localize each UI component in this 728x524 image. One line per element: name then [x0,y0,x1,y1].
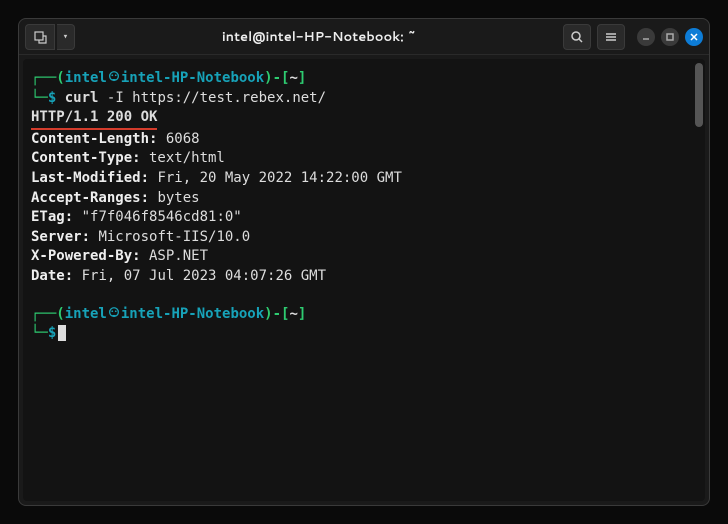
search-button[interactable] [563,24,591,50]
header-line: Content-Type: text/html [31,149,697,169]
prompt-user: intel [65,306,107,322]
http-status-line: HTTP/1.1 200 OK [31,108,697,130]
scrollbar[interactable] [695,63,703,127]
skull-icon [107,306,121,320]
prompt-line: ┌──(intelintel-HP-Notebook)-[~] [31,305,697,325]
chevron-down-icon: ▾ [63,32,68,42]
prompt-host: intel-HP-Notebook [121,70,264,86]
header-line: Server: Microsoft-IIS/10.0 [31,228,697,248]
maximize-button[interactable] [661,28,679,46]
window-controls [637,28,703,46]
prompt-cwd: ~ [289,306,297,322]
hamburger-icon [604,30,618,44]
maximize-icon [665,32,675,42]
header-line: Content-Length: 6068 [31,130,697,150]
command-line: └─$ curl -I https://test.rebex.net/ [31,89,697,109]
tabs-dropdown-button[interactable]: ▾ [57,24,75,50]
command-line-empty: └─$ [31,324,697,344]
new-tab-button[interactable] [25,24,55,50]
menu-button[interactable] [597,24,625,50]
prompt-line: ┌──(intelintel-HP-Notebook)-[~] [31,69,697,89]
prompt-dollar: $ [48,325,56,341]
header-line: ETag: "f7f046f8546cd81:0" [31,208,697,228]
search-icon [570,30,584,44]
cursor [58,325,66,341]
titlebar: ▾ intel@intel-HP-Notebook: ~ [19,19,709,55]
header-line: Accept-Ranges: bytes [31,189,697,209]
prompt-cwd: ~ [289,70,297,86]
header-line: X-Powered-By: ASP.NET [31,247,697,267]
status-text: HTTP/1.1 200 OK [31,108,157,130]
window-title: intel@intel-HP-Notebook: ~ [79,28,559,46]
header-line: Date: Fri, 07 Jul 2023 04:07:26 GMT [31,267,697,287]
new-tab-icon [33,30,47,44]
prompt-host: intel-HP-Notebook [121,306,264,322]
close-icon [689,32,699,42]
titlebar-left-group: ▾ [25,24,75,50]
titlebar-right-group [563,24,703,50]
minimize-button[interactable] [637,28,655,46]
header-line: Last-Modified: Fri, 20 May 2022 14:22:00… [31,169,697,189]
close-button[interactable] [685,28,703,46]
terminal-window: ▾ intel@intel-HP-Notebook: ~ [18,18,710,506]
command-args: -I https://test.rebex.net/ [107,90,326,106]
prompt-user: intel [65,70,107,86]
terminal-output[interactable]: ┌──(intelintel-HP-Notebook)-[~] └─$ curl… [23,59,705,501]
skull-icon [107,70,121,84]
command-name: curl [65,90,99,106]
minimize-icon [641,32,651,42]
